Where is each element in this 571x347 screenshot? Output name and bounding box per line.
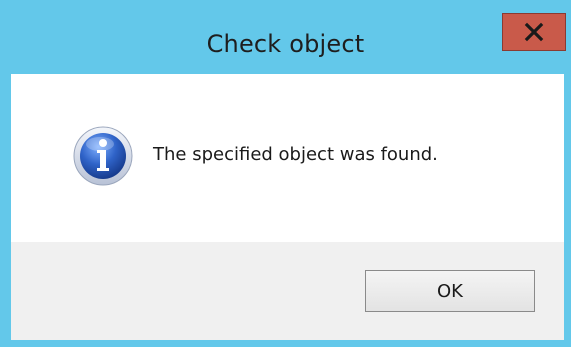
ok-button[interactable]: OK xyxy=(365,270,535,312)
message-area: The specified object was found. xyxy=(11,74,564,242)
dialog-window: Check object The specified object was fo… xyxy=(0,0,571,347)
window-title: Check object xyxy=(206,30,365,58)
message-text: The specified object was found. xyxy=(153,144,438,165)
close-button[interactable] xyxy=(502,13,566,51)
info-icon xyxy=(73,126,133,186)
close-icon xyxy=(524,22,544,42)
ok-button-wrap: OK xyxy=(365,270,535,312)
title-bar[interactable]: Check object xyxy=(0,0,571,74)
